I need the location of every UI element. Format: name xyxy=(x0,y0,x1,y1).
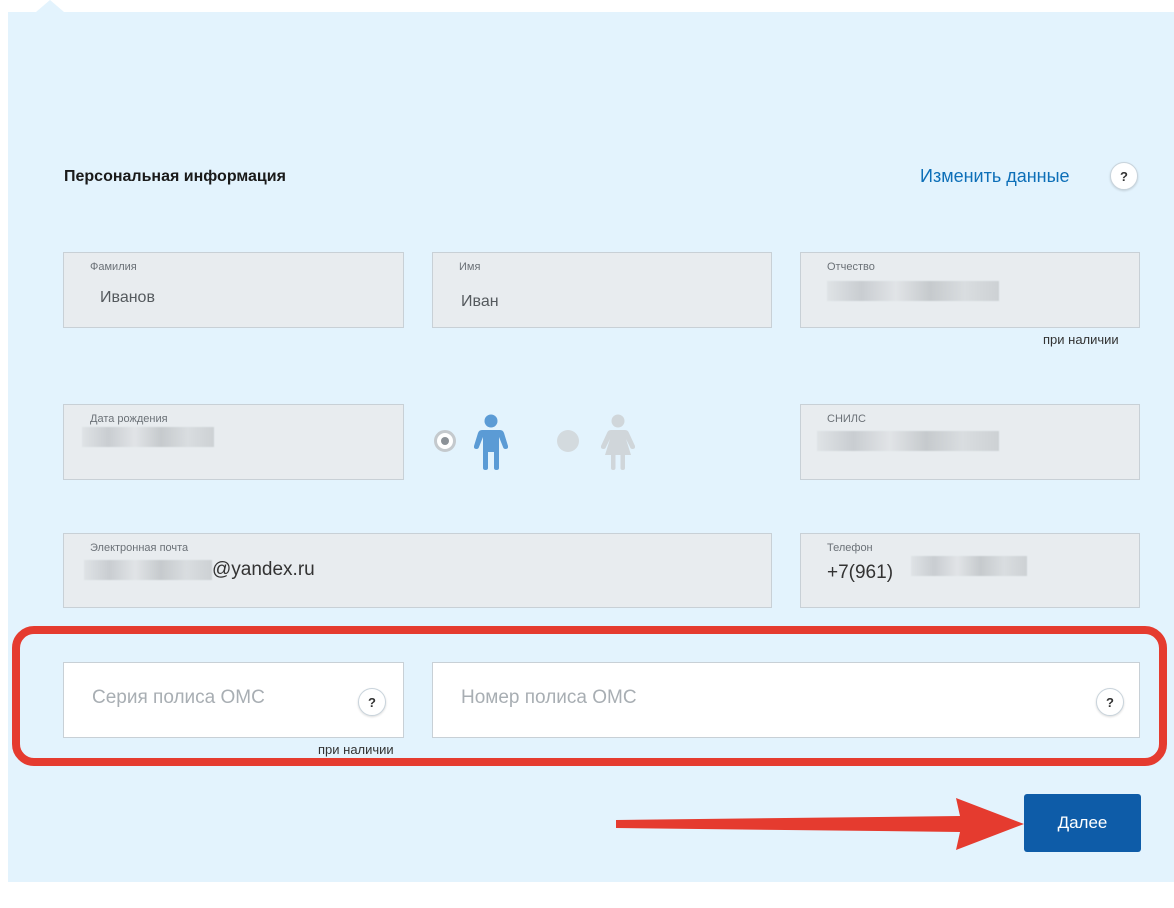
name-label: Имя xyxy=(459,261,481,273)
name-field[interactable]: Имя Иван xyxy=(432,252,772,328)
surname-label: Фамилия xyxy=(90,261,137,273)
male-person-icon[interactable] xyxy=(474,414,508,470)
phone-prefix: +7(961) xyxy=(827,562,894,583)
patronymic-field[interactable]: Отчество xyxy=(800,252,1140,328)
surname-field[interactable]: Фамилия Иванов xyxy=(63,252,404,328)
highlight-frame xyxy=(12,626,1167,766)
help-icon[interactable]: ? xyxy=(1110,162,1138,190)
surname-value: Иванов xyxy=(100,289,155,306)
next-button[interactable]: Далее xyxy=(1024,794,1141,852)
gender-male-radio[interactable] xyxy=(434,430,456,452)
birthdate-field[interactable]: Дата рождения xyxy=(63,404,404,480)
birthdate-blurred-value xyxy=(82,427,214,447)
female-person-icon[interactable] xyxy=(601,414,635,470)
snils-field[interactable]: СНИЛС xyxy=(800,404,1140,480)
email-field[interactable]: Электронная почта @yandex.ru xyxy=(63,533,772,608)
phone-label: Телефон xyxy=(827,542,873,554)
edit-data-link[interactable]: Изменить данные xyxy=(920,166,1070,187)
snils-label: СНИЛС xyxy=(827,413,866,425)
section-title: Персональная информация xyxy=(64,168,286,185)
patronymic-label: Отчество xyxy=(827,261,875,273)
email-domain: @yandex.ru xyxy=(212,559,315,580)
snils-blurred-value xyxy=(817,431,999,451)
gender-female-radio[interactable] xyxy=(557,430,579,452)
name-value: Иван xyxy=(461,293,499,310)
phone-blurred-value xyxy=(911,556,1027,576)
birthdate-label: Дата рождения xyxy=(90,413,168,425)
arrow-right-icon xyxy=(612,794,1028,852)
phone-field[interactable]: Телефон +7(961) xyxy=(800,533,1140,608)
patronymic-note: при наличии xyxy=(1043,332,1119,347)
email-label: Электронная почта xyxy=(90,542,189,554)
patronymic-blurred-value xyxy=(827,281,999,301)
panel-notch xyxy=(36,0,64,12)
email-blurred-value xyxy=(84,560,212,580)
